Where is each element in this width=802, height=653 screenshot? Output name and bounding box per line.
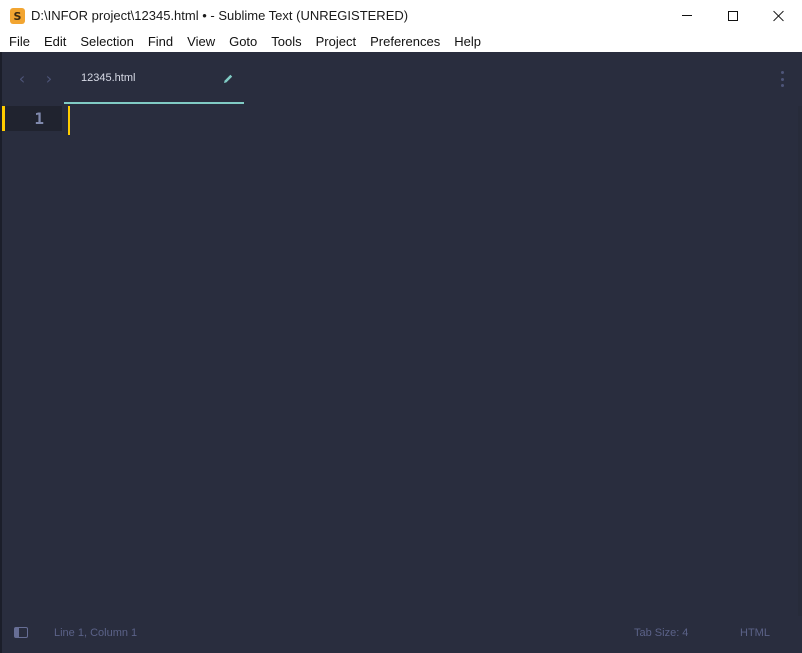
- menu-file[interactable]: File: [2, 31, 37, 52]
- minimize-icon: [682, 15, 692, 16]
- tab-label: 12345.html: [81, 72, 136, 84]
- close-icon: [773, 10, 785, 22]
- menu-help[interactable]: Help: [447, 31, 488, 52]
- sublime-text-logo-icon: S: [10, 8, 25, 24]
- menu-selection[interactable]: Selection: [73, 31, 140, 52]
- tab-size-selector[interactable]: Tab Size: 4: [634, 627, 688, 639]
- menu-goto[interactable]: Goto: [222, 31, 264, 52]
- menu-edit[interactable]: Edit: [37, 31, 73, 52]
- menu-tools[interactable]: Tools: [264, 31, 308, 52]
- back-arrow-icon[interactable]: ‹: [16, 69, 28, 88]
- title-bar: S D:\INFOR project\12345.html • - Sublim…: [0, 0, 802, 31]
- menu-find[interactable]: Find: [141, 31, 180, 52]
- maximize-icon: [728, 10, 738, 21]
- forward-arrow-icon[interactable]: ›: [43, 69, 55, 88]
- cursor-position[interactable]: Line 1, Column 1: [54, 627, 137, 639]
- menu-project[interactable]: Project: [309, 31, 363, 52]
- pencil-icon[interactable]: [222, 73, 234, 85]
- text-caret: [68, 106, 70, 135]
- status-bar: Line 1, Column 1 Tab Size: 4 HTML: [2, 621, 802, 653]
- menu-preferences[interactable]: Preferences: [363, 31, 447, 52]
- menu-view[interactable]: View: [180, 31, 222, 52]
- side-panel-toggle-icon[interactable]: [14, 627, 28, 638]
- minimize-button[interactable]: [664, 0, 710, 31]
- tab-12345-html[interactable]: 12345.html: [64, 52, 244, 106]
- more-options-icon[interactable]: [778, 69, 786, 89]
- code-editor[interactable]: [64, 106, 784, 626]
- syntax-selector[interactable]: HTML: [740, 627, 770, 639]
- line-number: 1: [34, 109, 44, 128]
- close-button[interactable]: [756, 0, 802, 31]
- active-tab-indicator: [64, 102, 244, 104]
- tab-bar: ‹ › 12345.html: [2, 52, 802, 106]
- editor-window: ‹ › 12345.html 1 Line 1, Column 1 Tab Si…: [0, 52, 802, 653]
- gutter-current-line: 1: [2, 106, 62, 131]
- scrollbar[interactable]: [798, 106, 802, 616]
- window-title: D:\INFOR project\12345.html • - Sublime …: [31, 8, 409, 23]
- maximize-button[interactable]: [710, 0, 756, 31]
- menu-bar: File Edit Selection Find View Goto Tools…: [0, 31, 802, 52]
